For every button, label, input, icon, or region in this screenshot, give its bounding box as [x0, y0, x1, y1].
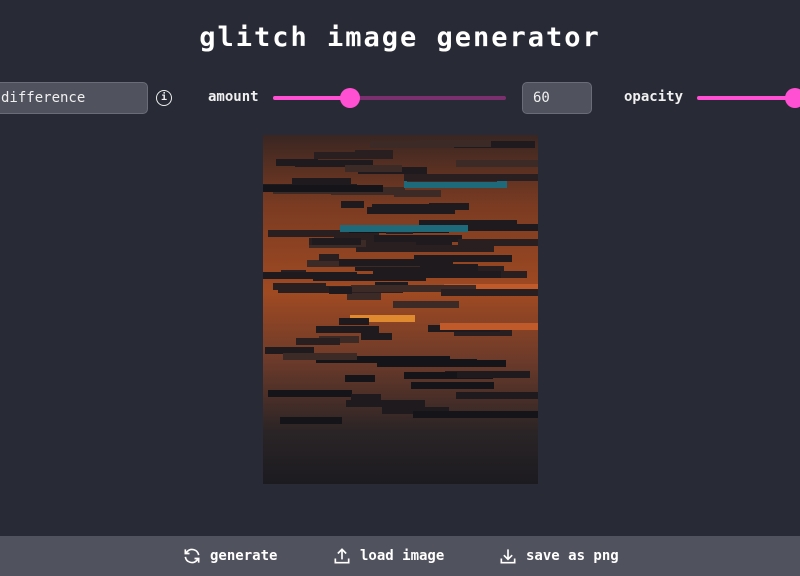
- glitch-stripe: [341, 201, 364, 208]
- opacity-slider[interactable]: [697, 88, 800, 108]
- save-as-png-label: save as png: [526, 548, 619, 564]
- blend-mode-value: difference: [1, 90, 86, 106]
- glitch-stripe: [420, 140, 491, 147]
- glitch-stripe: [268, 390, 352, 397]
- refresh-icon: [184, 548, 200, 564]
- glitch-stripe: [393, 301, 459, 308]
- glitch-stripe: [456, 392, 538, 399]
- glitch-stripe: [339, 259, 453, 266]
- glitch-stripe: [314, 152, 393, 159]
- glitch-stripe: [316, 326, 379, 333]
- glitch-stripe: [283, 353, 357, 360]
- glitch-stripe: [458, 239, 538, 246]
- glitch-stripe: [340, 225, 468, 232]
- glitch-stripe: [319, 254, 339, 261]
- page-title: glitch image generator: [199, 22, 601, 53]
- generate-button[interactable]: generate: [182, 536, 277, 576]
- glitch-stripe: [413, 411, 538, 418]
- glitch-stripe: [313, 274, 426, 281]
- glitch-stripe: [404, 372, 457, 379]
- glitch-stripe: [273, 283, 326, 290]
- opacity-label: opacity: [624, 89, 684, 105]
- blend-mode-select[interactable]: difference: [0, 82, 148, 114]
- glitch-stripe: [361, 333, 392, 340]
- amount-label: amount: [208, 89, 259, 105]
- bottom-toolbar: generate load image save as png: [0, 536, 800, 576]
- glitch-stripe: [411, 382, 494, 389]
- opacity-slider-thumb[interactable]: [785, 88, 800, 108]
- glitch-stripe: [456, 160, 538, 167]
- amount-slider-fill: [273, 96, 350, 100]
- glitch-stripe: [312, 238, 361, 245]
- generate-label: generate: [210, 548, 278, 564]
- upload-icon: [334, 548, 350, 564]
- load-image-label: load image: [360, 548, 445, 564]
- glitch-stripe: [440, 323, 538, 330]
- glitch-stripe: [329, 287, 352, 294]
- amount-slider-thumb[interactable]: [339, 88, 360, 108]
- glitch-stripe: [268, 230, 347, 237]
- glitch-stripe: [404, 174, 538, 181]
- glitch-stripe: [280, 417, 342, 424]
- glitch-stripe: [292, 178, 351, 185]
- glitch-stripe: [345, 165, 402, 172]
- download-icon: [500, 549, 516, 564]
- glitch-stripe: [351, 394, 381, 401]
- glitch-stripe: [356, 245, 494, 252]
- glitch-stripe: [445, 371, 530, 378]
- glitch-stripe: [374, 235, 462, 242]
- glitch-stripe: [441, 289, 538, 296]
- glitch-stripe: [263, 185, 383, 192]
- glitch-stripe: [346, 400, 425, 407]
- load-image-button[interactable]: load image: [332, 536, 444, 576]
- glitch-stripe: [377, 360, 506, 367]
- glitch-stripe: [296, 338, 340, 345]
- save-as-png-button[interactable]: save as png: [498, 536, 619, 576]
- glitch-stripe: [404, 181, 507, 188]
- glitch-stripe: [367, 207, 455, 214]
- amount-slider[interactable]: [273, 88, 506, 108]
- amount-input[interactable]: 60: [522, 82, 592, 114]
- glitch-stripe: [339, 318, 369, 325]
- info-icon[interactable]: i: [156, 90, 172, 106]
- glitch-image-canvas: [263, 135, 538, 484]
- glitch-stripe: [347, 293, 381, 300]
- glitch-stripe: [345, 375, 375, 382]
- opacity-slider-fill: [697, 96, 795, 100]
- glitch-stripe: [394, 190, 441, 197]
